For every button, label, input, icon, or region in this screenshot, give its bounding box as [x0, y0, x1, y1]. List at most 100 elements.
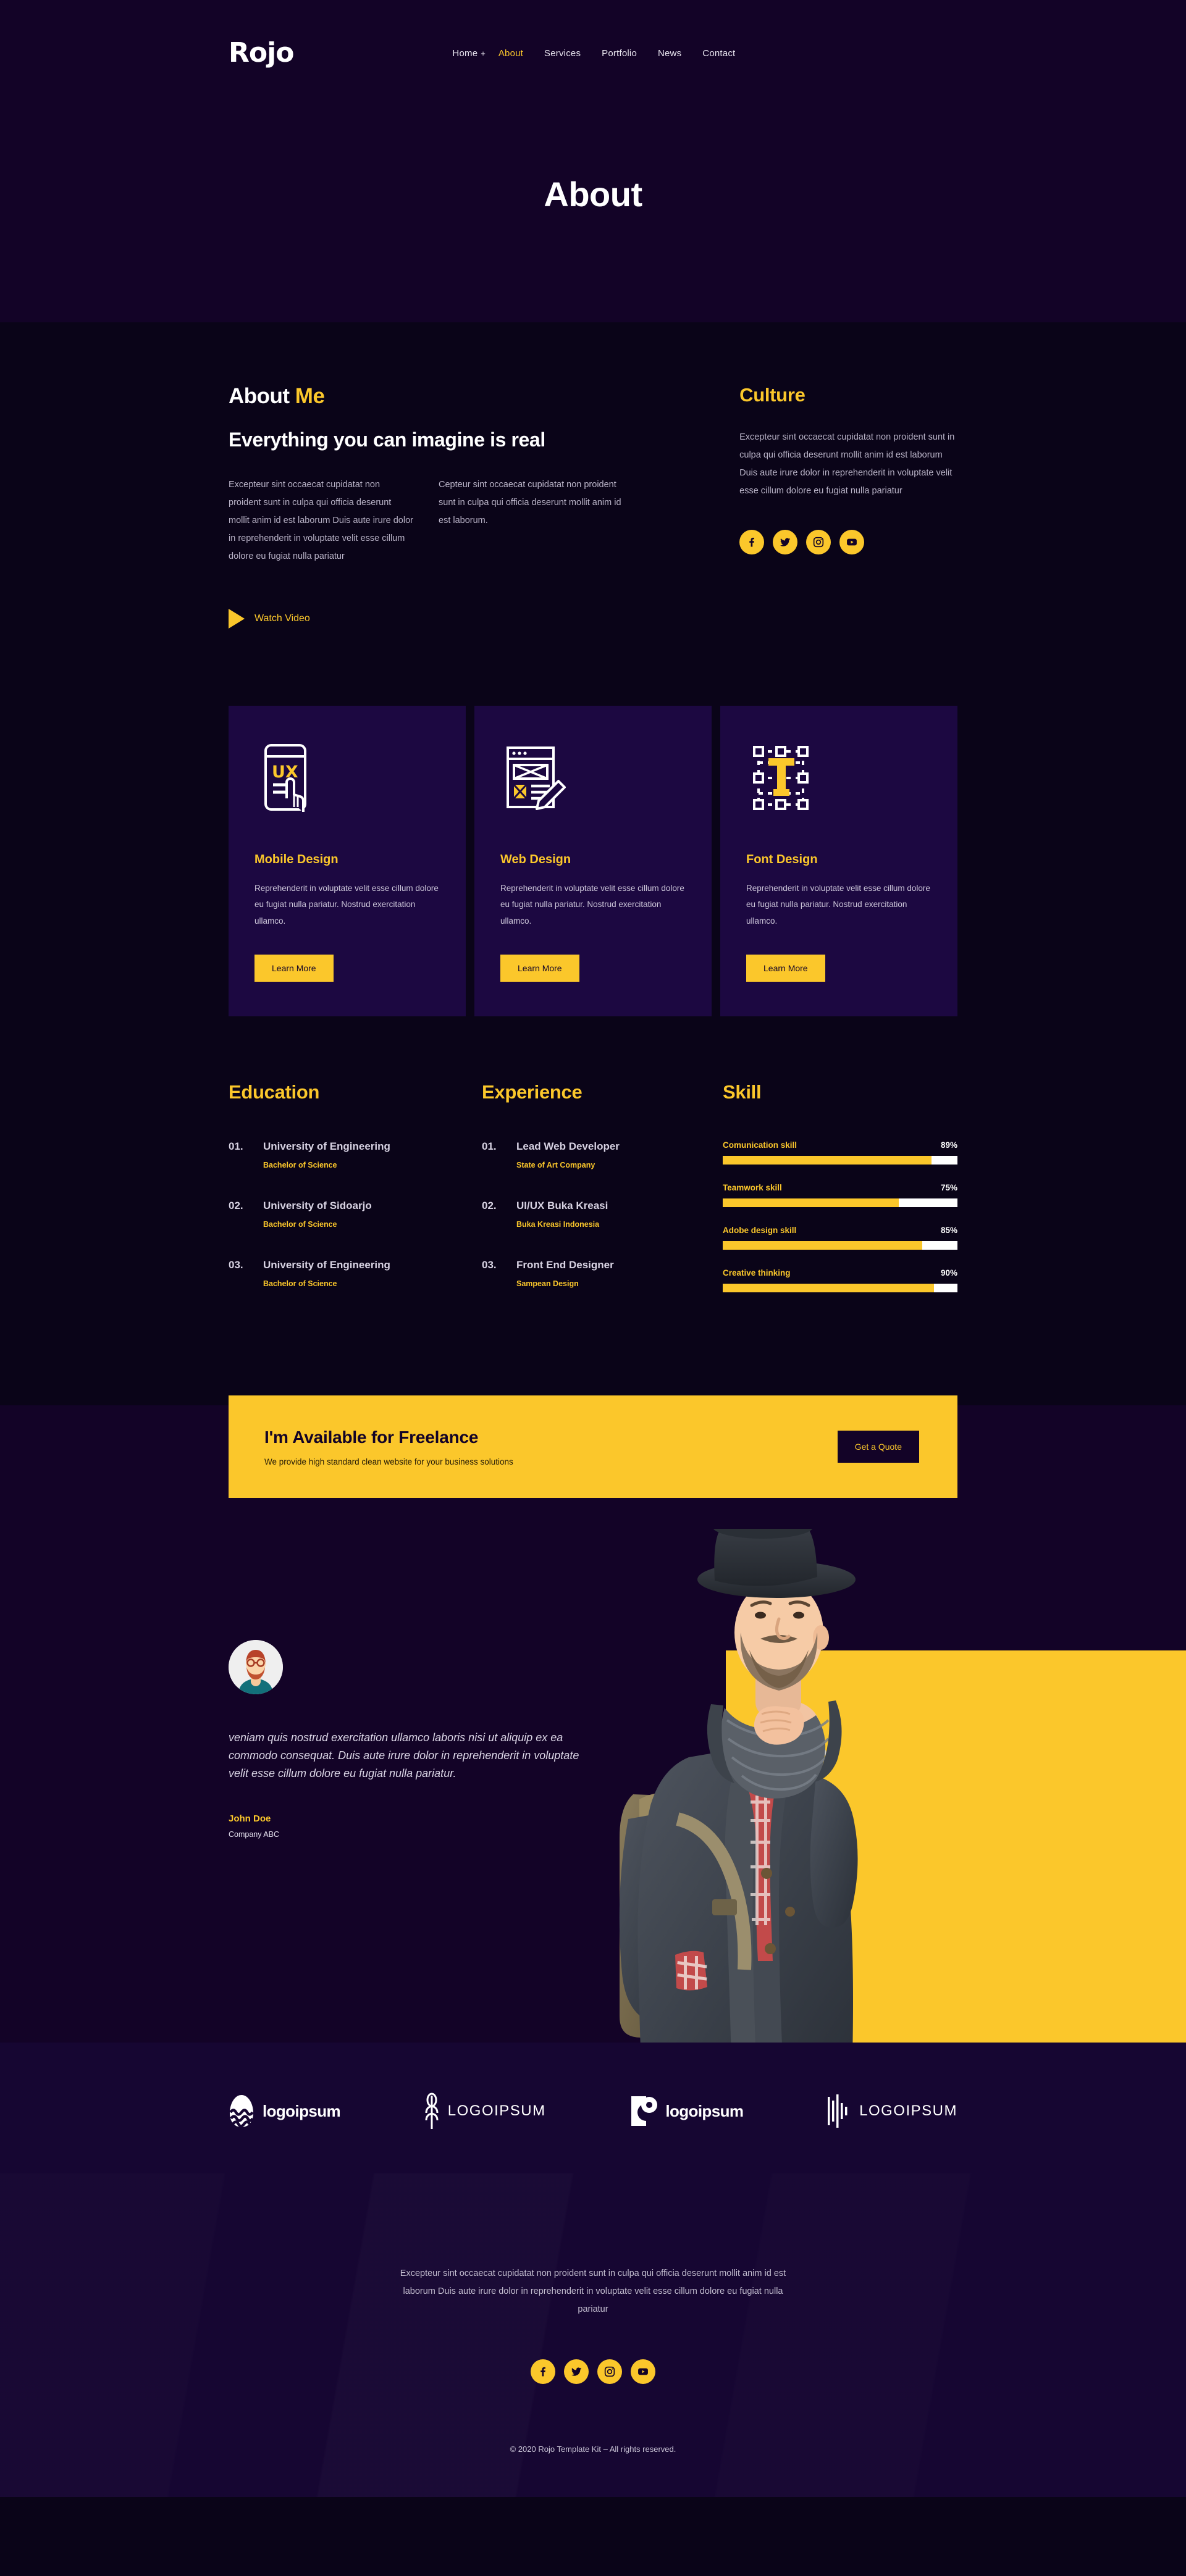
avatar — [229, 1640, 283, 1694]
about-page: Rojo Home + About Services Portfolio New… — [0, 0, 1186, 2497]
culture-body: Excepteur sint occaecat cupidatat non pr… — [739, 432, 955, 496]
footer-social-links — [0, 2359, 1186, 2384]
twitter-icon[interactable] — [773, 530, 798, 554]
typography-t-icon — [746, 742, 932, 816]
play-icon — [229, 609, 245, 629]
service-title: Font Design — [746, 853, 818, 866]
twitter-icon[interactable] — [564, 2359, 589, 2384]
svg-text:UX: UX — [272, 763, 298, 782]
item-subtitle: Buka Kreasi Indonesia — [516, 1220, 600, 1229]
skill-percent: 85% — [940, 1226, 957, 1235]
item-number: 02. — [482, 1200, 497, 1211]
list-item: 01. Lead Web Developer State of Art Comp… — [482, 1140, 723, 1169]
skill-bar-track — [723, 1156, 957, 1165]
mobile-ux-icon: UX — [254, 742, 440, 816]
main-navigation: Home + About Services Portfolio News Con… — [442, 48, 746, 59]
skill-bar-fill — [723, 1198, 899, 1207]
logoipsum-wheat: LOGOIPSUM — [424, 2092, 546, 2130]
logo-label: logoipsum — [263, 2101, 341, 2120]
item-number: 01. — [229, 1140, 243, 1152]
list-item: 02. University of Sidoarjo Bachelor of S… — [229, 1200, 482, 1229]
nav-item-about[interactable]: About — [488, 48, 534, 59]
skill-name: Adobe design skill — [723, 1226, 797, 1235]
skill-name: Teamwork skill — [723, 1183, 782, 1192]
list-item: 03. Front End Designer Sampean Design — [482, 1259, 723, 1288]
nav-item-portfolio[interactable]: Portfolio — [591, 48, 647, 59]
home-dropdown-plus-icon[interactable]: + — [481, 49, 486, 58]
learn-more-button[interactable]: Learn More — [746, 955, 825, 982]
experience-title: Experience — [482, 1081, 582, 1103]
learn-more-button[interactable]: Learn More — [254, 955, 334, 982]
skill-name: Creative thinking — [723, 1268, 791, 1278]
education-column: Education 01. University of Engineering … — [229, 1081, 482, 1318]
item-subtitle: State of Art Company — [516, 1161, 595, 1169]
get-a-quote-button[interactable]: Get a Quote — [837, 1431, 919, 1463]
watch-video-button[interactable]: Watch Video — [229, 609, 364, 629]
youtube-icon[interactable] — [839, 530, 865, 554]
item-title: Lead Web Developer — [516, 1140, 620, 1152]
skill-bar-fill — [723, 1241, 922, 1250]
about-kicker: About Me — [229, 384, 644, 409]
logo-label: LOGOIPSUM — [447, 2102, 546, 2119]
skill-bar-fill — [723, 1156, 932, 1165]
wireframe-pencil-icon — [500, 742, 686, 816]
list-item: 02. UI/UX Buka Kreasi Buka Kreasi Indone… — [482, 1200, 723, 1229]
about-heading: Everything you can imagine is real — [229, 429, 545, 451]
about-column: About Me Everything you can imagine is r… — [229, 384, 644, 629]
pin-mark-icon — [631, 2096, 658, 2126]
logo-label: logoipsum — [665, 2101, 744, 2120]
skill-title: Skill — [723, 1081, 762, 1103]
service-card-font-design[interactable]: Font Design Reprehenderit in voluptate v… — [720, 706, 957, 1016]
culture-social-links — [739, 530, 957, 554]
testimonial-section: veniam quis nostrud exercitation ullamco… — [0, 1405, 1186, 2104]
nav-item-contact[interactable]: Contact — [692, 48, 746, 59]
skill-row: Comunication skill 89% — [723, 1140, 957, 1165]
skill-bar-track — [723, 1241, 957, 1250]
nav-item-news[interactable]: News — [647, 48, 692, 59]
site-footer: Excepteur sint occaecat cupidatat non pr… — [0, 2173, 1186, 2497]
instagram-icon[interactable] — [597, 2359, 622, 2384]
service-body: Reprehenderit in voluptate velit esse ci… — [500, 884, 684, 926]
skill-percent: 75% — [940, 1183, 957, 1192]
copyright-text: © 2020 Rojo Template Kit – All rights re… — [510, 2444, 676, 2454]
facebook-icon[interactable] — [739, 530, 765, 554]
experience-column: Experience 01. Lead Web Developer State … — [482, 1081, 723, 1318]
about-kicker-white: About — [229, 384, 295, 408]
learn-more-button[interactable]: Learn More — [500, 955, 579, 982]
about-kicker-accent: Me — [295, 384, 325, 408]
youtube-icon[interactable] — [631, 2359, 655, 2384]
item-number: 03. — [482, 1259, 497, 1271]
service-body: Reprehenderit in voluptate velit esse ci… — [746, 884, 930, 926]
culture-title: Culture — [739, 384, 805, 406]
site-header: Rojo Home + About Services Portfolio New… — [0, 0, 1186, 106]
wheat-mark-icon — [425, 2093, 439, 2129]
brand-logo[interactable]: Rojo — [229, 40, 294, 67]
list-item: 01. University of Engineering Bachelor o… — [229, 1140, 482, 1169]
item-title: UI/UX Buka Kreasi — [516, 1200, 608, 1211]
logoipsum-pin: logoipsum — [629, 2094, 744, 2128]
bars-mark-icon — [828, 2094, 847, 2128]
skill-row: Teamwork skill 75% — [723, 1183, 957, 1207]
item-title: Front End Designer — [516, 1259, 614, 1271]
egg-mark-icon — [229, 2095, 254, 2128]
item-title: University of Engineering — [263, 1140, 390, 1152]
page-title: About — [544, 175, 642, 214]
service-card-mobile-design[interactable]: UX Mobile Design Reprehenderit in volupt… — [229, 706, 466, 1016]
cta-subheading: We provide high standard clean website f… — [264, 1457, 513, 1466]
item-subtitle: Bachelor of Science — [263, 1279, 337, 1288]
skill-bar-track — [723, 1198, 957, 1207]
skill-row: Creative thinking 90% — [723, 1268, 957, 1292]
about-paragraph-1: Excepteur sint occaecat cupidatat non pr… — [229, 480, 413, 561]
skill-percent: 89% — [940, 1140, 957, 1150]
skill-bar-track — [723, 1284, 957, 1292]
service-card-web-design[interactable]: Web Design Reprehenderit in voluptate ve… — [474, 706, 712, 1016]
item-subtitle: Bachelor of Science — [263, 1161, 337, 1169]
skill-percent: 90% — [940, 1268, 957, 1278]
culture-column: Culture Excepteur sint occaecat cupidata… — [739, 384, 957, 629]
freelance-banner: I'm Available for Freelance We provide h… — [229, 1395, 957, 1498]
education-title: Education — [229, 1081, 320, 1103]
instagram-icon[interactable] — [806, 530, 831, 554]
nav-item-services[interactable]: Services — [534, 48, 591, 59]
facebook-icon[interactable] — [531, 2359, 555, 2384]
resume-section: Education 01. University of Engineering … — [0, 1016, 1186, 1318]
